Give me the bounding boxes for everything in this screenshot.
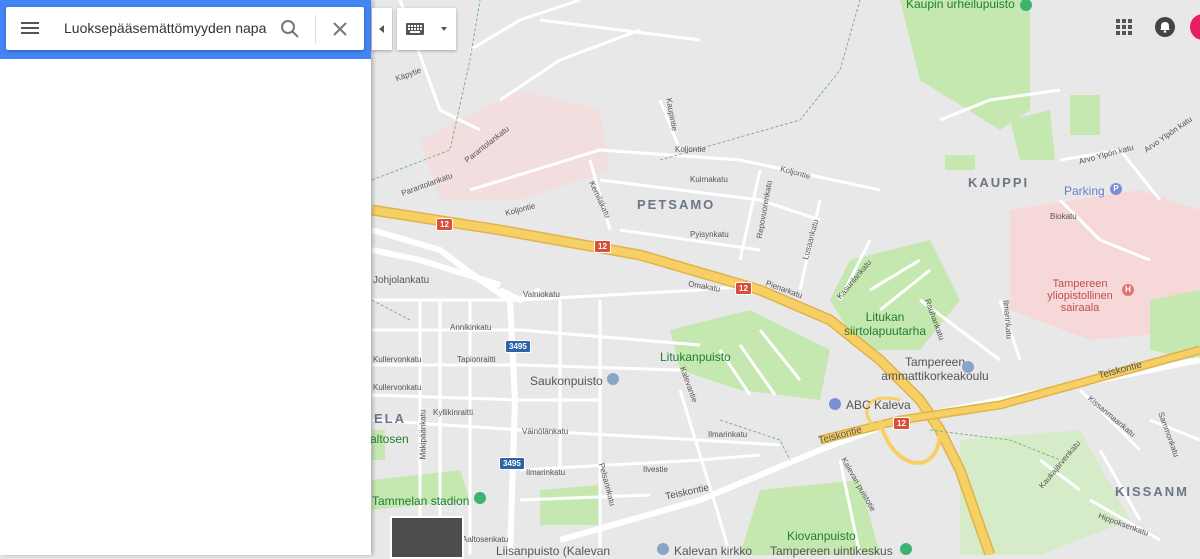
street-label: Tapionraitti	[457, 355, 496, 364]
district-label-petsamo: PETSAMO	[637, 197, 716, 212]
street-label: Annikinkatu	[450, 323, 492, 332]
place-pin-icon[interactable]	[607, 373, 619, 385]
bell-icon	[1160, 22, 1170, 33]
street-label: Väinölänkatu	[522, 427, 569, 436]
poi-litukanpuisto[interactable]: Litukanpuisto	[660, 350, 731, 364]
street-label: Ilmarinkatu	[526, 468, 566, 477]
poi-liisanpuisto[interactable]: Liisanpuisto (Kalevan	[496, 544, 610, 558]
keyboard-icon	[406, 23, 447, 35]
shopping-pin-icon[interactable]	[829, 398, 841, 410]
satellite-layer-toggle[interactable]	[390, 516, 464, 559]
street-label: Pyisynkatu	[690, 230, 729, 239]
route-shield-12: 12	[436, 218, 453, 231]
search-box[interactable]: Luoksepääsemättömyyden napa	[6, 7, 364, 50]
school-pin-icon[interactable]	[962, 361, 974, 373]
apps-grid-icon	[1116, 19, 1132, 35]
street-label: Ilvestie	[643, 465, 668, 474]
poi-saukonpuisto[interactable]: Saukonpuisto	[530, 374, 603, 388]
input-tools-button[interactable]	[397, 8, 456, 50]
route-shield-3495: 3495	[499, 457, 525, 470]
stadium-pin-icon[interactable]	[474, 492, 486, 504]
magnifier-icon	[281, 20, 299, 38]
search-input[interactable]: Luoksepääsemättömyyden napa	[64, 20, 269, 36]
caret-down-icon	[441, 27, 447, 31]
poi-litukan-siirtolapuutarha[interactable]: Litukan siirtolapuutarha	[840, 310, 930, 338]
hospital-pin-icon[interactable]: H	[1122, 284, 1134, 296]
park-small-4	[540, 485, 600, 525]
close-icon	[333, 22, 347, 36]
district-label-kauppi: KAUPPI	[968, 175, 1030, 190]
street-label: Kullervonkatu	[373, 383, 422, 392]
district-label-kissanmaa: KISSANM	[1115, 484, 1189, 499]
parking-pin-icon[interactable]: P	[1110, 183, 1122, 195]
poi-parking[interactable]: Parking	[1064, 184, 1105, 198]
district-label-tammela: ELA	[374, 411, 406, 426]
route-shield-12: 12	[893, 417, 910, 430]
church-pin-icon[interactable]	[657, 543, 669, 555]
route-shield-3495: 3495	[505, 340, 531, 353]
park-small-3	[945, 155, 975, 170]
poi-kaupin-urheilupuisto[interactable]: Kaupin urheilupuisto	[906, 0, 1015, 11]
poi-tammelan-stadion[interactable]: Tammelan stadion	[372, 494, 469, 508]
apps-grid-button[interactable]	[1114, 17, 1134, 37]
street-label: Kullervonkatu	[373, 355, 422, 364]
poi-kalevan-kirkko[interactable]: Kalevan kirkko	[674, 544, 752, 558]
route-shield-12: 12	[594, 240, 611, 253]
poi-kiovanpuisto[interactable]: Kiovanpuisto	[787, 529, 856, 543]
search-divider	[315, 15, 316, 43]
street-label: Koljontie	[675, 145, 706, 154]
route-shield-12: 12	[735, 282, 752, 295]
street-label: Kyllikinraitti	[433, 408, 474, 417]
street-label: Valniokatu	[523, 290, 560, 299]
park-small	[1070, 95, 1100, 135]
street-label: Biokatu	[1050, 212, 1077, 221]
clear-search-button[interactable]	[328, 17, 352, 41]
street-label: Kuimakatu	[690, 175, 728, 184]
poi-aaltosen-park[interactable]: altosen	[370, 432, 409, 446]
swim-pin-icon[interactable]	[900, 543, 912, 555]
poi-tampereen-uintikeskus[interactable]: Tampereen uintikeskus	[770, 544, 893, 558]
hamburger-menu-icon[interactable]	[20, 19, 40, 39]
street-label: Mäkipäänkatu	[418, 409, 428, 460]
collapse-panel-button[interactable]	[372, 8, 392, 50]
caret-left-icon	[379, 25, 384, 33]
street-label: Johjolankatu	[373, 275, 430, 286]
poi-abc-kaleva[interactable]: ABC Kaleva	[846, 398, 911, 412]
notifications-button[interactable]	[1155, 17, 1175, 37]
poi-tays-hospital[interactable]: Tampereen yliopistollinen sairaala	[1030, 278, 1130, 314]
street-label: Aaltosenkatu	[462, 535, 509, 544]
side-panel: Luoksepääsemättömyyden napa	[0, 0, 371, 555]
search-button[interactable]	[278, 17, 302, 41]
street-label: Ilmarinkatu	[708, 430, 748, 439]
